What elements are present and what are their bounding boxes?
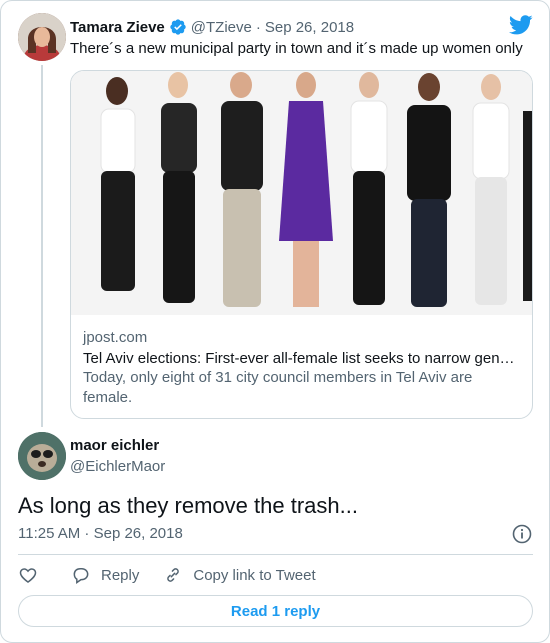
thread-connector-line (41, 65, 43, 427)
divider (18, 554, 533, 555)
comment-icon (73, 568, 89, 584)
reply-timestamp[interactable]: 11:25 AM · Sep 26, 2018 (18, 525, 183, 542)
maor-avatar[interactable] (18, 432, 66, 480)
read-replies-button[interactable]: Read 1 reply (18, 595, 533, 627)
heart-icon (19, 568, 37, 584)
reply-text: As long as they remove the trash... (18, 493, 358, 518)
tweet-header: Tamara Zieve @TZieve · Sep 26, 2018 (70, 17, 354, 37)
card-title[interactable]: Tel Aviv elections: First-ever all-femal… (83, 349, 523, 369)
reply-label: Reply (101, 566, 140, 584)
link-preview-card[interactable]: jpost.com Tel Aviv elections: First-ever… (70, 70, 533, 419)
tamara-avatar[interactable] (18, 13, 66, 61)
twitter-bird-icon[interactable] (508, 15, 533, 35)
card-domain: jpost.com (83, 329, 148, 346)
tweet-date[interactable]: Sep 26, 2018 (265, 19, 354, 36)
copy-link-label: Copy link to Tweet (193, 566, 316, 584)
tweet-embed-container: Tamara Zieve @TZieve · Sep 26, 2018 Ther… (0, 0, 550, 643)
separator-dot: · (255, 18, 261, 36)
copy-link-button[interactable]: Copy link to Tweet (163, 565, 316, 585)
author-name[interactable]: Tamara Zieve (70, 19, 165, 36)
tweet-text: There´s a new municipal party in town an… (70, 40, 523, 57)
author-handle[interactable]: @TZieve (191, 19, 252, 36)
like-button[interactable] (18, 565, 38, 585)
reply-author-name[interactable]: maor eichler (70, 437, 159, 454)
reply-author-handle[interactable]: @EichlerMaor (70, 458, 165, 475)
article-image (71, 71, 532, 315)
card-description: Today, only eight of 31 city council mem… (83, 369, 473, 406)
link-icon (167, 568, 180, 582)
verified-badge-icon (169, 18, 187, 36)
action-bar: Reply Copy link to Tweet (18, 564, 316, 586)
reply-button[interactable]: Reply (71, 565, 139, 585)
info-icon[interactable] (511, 523, 533, 545)
